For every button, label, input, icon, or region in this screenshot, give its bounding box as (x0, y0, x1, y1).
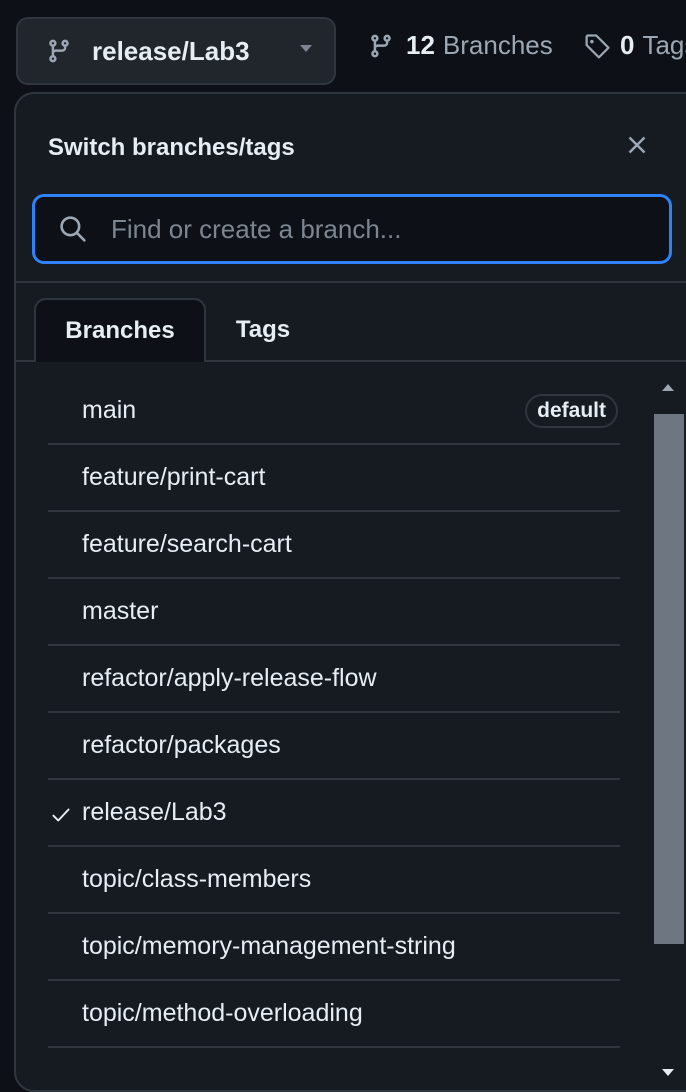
branch-name: master (82, 597, 159, 625)
branch-item-master[interactable]: master (48, 579, 620, 646)
tab-tags[interactable]: Tags (204, 298, 322, 362)
branch-list-scrollbar[interactable] (652, 378, 686, 1076)
tabs-divider-left (16, 360, 34, 362)
scroll-down-arrow-icon[interactable] (662, 1069, 674, 1076)
branches-label: Branches (442, 30, 553, 60)
branch-item-topic-class-members[interactable]: topic/class-members (48, 847, 620, 914)
tags-label: Tags (642, 30, 686, 60)
branch-name: main (82, 396, 137, 424)
branches-count: 12 (406, 30, 435, 60)
branch-item-topic-method-overloading[interactable]: topic/method-overloading (48, 981, 620, 1048)
switch-branches-popover: Switch branches/tags Branches Tags main … (14, 92, 686, 1092)
tags-link[interactable]: 0 Tags (584, 30, 686, 61)
popover-title: Switch branches/tags (48, 134, 295, 161)
check-icon (52, 808, 70, 822)
branch-name: feature/print-cart (82, 463, 266, 491)
branch-name: refactor/packages (82, 731, 281, 759)
branch-name: feature/search-cart (82, 530, 292, 558)
tags-count: 0 (620, 30, 635, 60)
close-icon[interactable] (622, 130, 652, 160)
branch-selector-button[interactable]: release/Lab3 (16, 17, 336, 85)
branch-item-topic-memory-management-string[interactable]: topic/memory-management-string (48, 914, 620, 981)
git-branch-icon (49, 39, 69, 63)
repo-topbar: release/Lab3 12 Branches 0 Tags (0, 0, 686, 92)
header-divider (16, 281, 686, 283)
branch-search-field[interactable] (32, 194, 672, 264)
scrollbar-thumb[interactable] (654, 414, 684, 944)
default-badge: default (525, 394, 618, 428)
branch-name: topic/memory-management-string (82, 932, 456, 960)
branch-name: topic/class-members (82, 865, 312, 893)
git-branch-icon (371, 34, 391, 57)
tag-icon (585, 33, 610, 59)
branch-list: main default feature/print-cart feature/… (48, 378, 620, 1048)
branch-item-refactor-apply-release-flow[interactable]: refactor/apply-release-flow (48, 646, 620, 713)
branch-item-release-lab3[interactable]: release/Lab3 (48, 780, 620, 847)
branch-tag-tabs: Branches Tags (32, 298, 686, 362)
branch-item-main[interactable]: main default (48, 378, 620, 445)
branch-search-input[interactable] (109, 211, 649, 247)
current-branch-label: release/Lab3 (92, 35, 250, 66)
branch-name: release/Lab3 (82, 798, 227, 826)
branch-item-feature-print-cart[interactable]: feature/print-cart (48, 445, 620, 512)
scroll-up-arrow-icon[interactable] (662, 384, 674, 391)
branch-item-refactor-packages[interactable]: refactor/packages (48, 713, 620, 780)
branch-name: topic/method-overloading (82, 999, 363, 1027)
search-icon (60, 216, 86, 242)
branches-link[interactable]: 12 Branches (368, 30, 553, 61)
tab-branches[interactable]: Branches (34, 298, 206, 362)
chevron-down-icon (300, 45, 312, 52)
branch-name: refactor/apply-release-flow (82, 664, 377, 692)
tabs-divider (206, 360, 686, 362)
branch-item-feature-search-cart[interactable]: feature/search-cart (48, 512, 620, 579)
